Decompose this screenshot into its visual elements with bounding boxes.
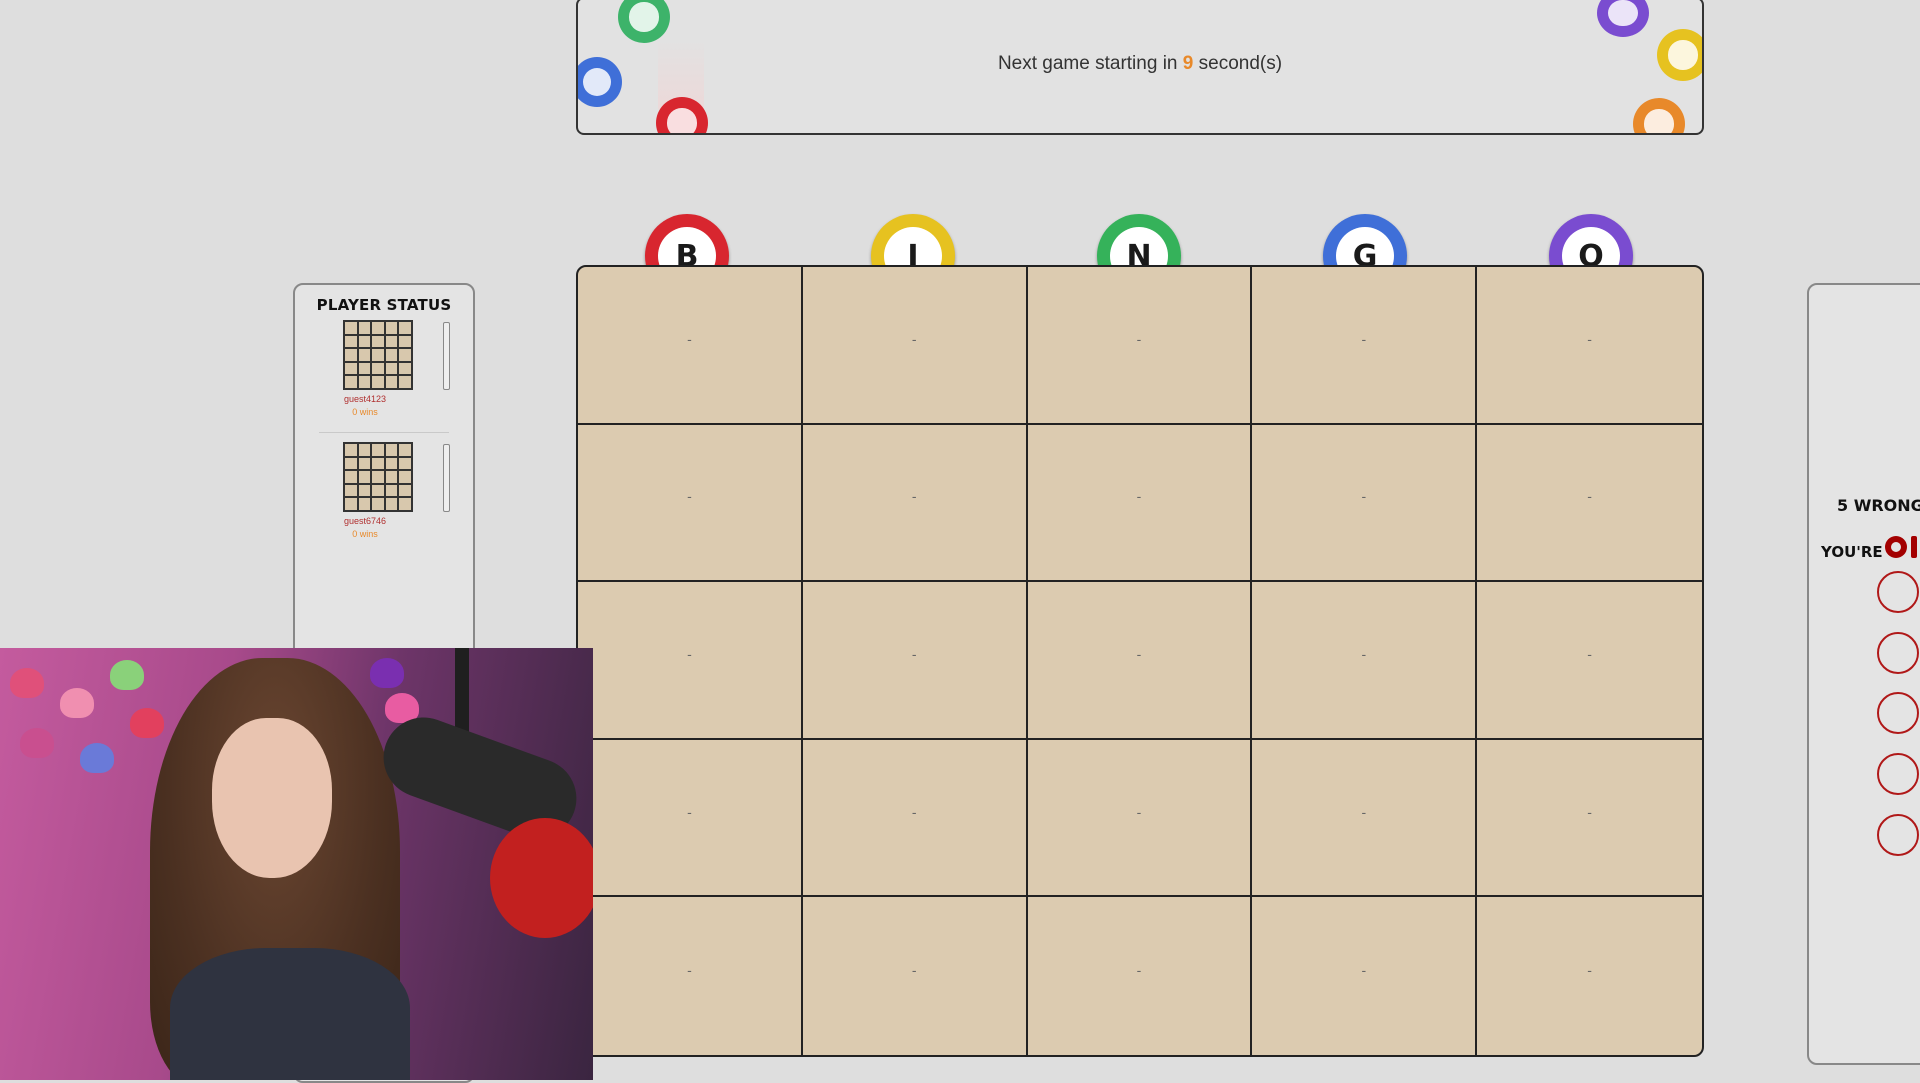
bingo-cell[interactable]: -	[1477, 740, 1702, 898]
bingo-card: - - - - - - - - - - - - - - - - - - - - - - - - -	[576, 265, 1704, 1057]
bingo-cell[interactable]: -	[1027, 267, 1253, 425]
player-wins: 0 wins	[352, 529, 378, 539]
bingo-cell-value: -	[687, 962, 692, 979]
bingo-cell-value: -	[1587, 962, 1592, 979]
bingo-cell-value: -	[911, 488, 917, 505]
player-wins: 0 wins	[352, 407, 378, 417]
heart-decoration	[370, 658, 404, 688]
heart-decoration	[80, 743, 114, 773]
bingo-cell-value: -	[911, 962, 917, 979]
streamer-face	[212, 718, 332, 878]
bingo-cell-value: -	[1587, 488, 1592, 505]
bingo-cell[interactable]: -	[1252, 267, 1478, 425]
bingo-cell-value: -	[1587, 645, 1592, 662]
player-progress-bar	[443, 444, 450, 512]
countdown-banner: Next game starting in 9 second(s)	[576, 0, 1704, 135]
bingo-cell[interactable]: -	[1252, 424, 1478, 583]
heart-decoration	[110, 660, 144, 690]
bingo-cell-value: -	[687, 488, 692, 505]
bingo-cell[interactable]: -	[578, 424, 803, 583]
countdown-seconds: 9	[1182, 53, 1194, 74]
bingo-cell[interactable]: -	[1477, 267, 1702, 425]
bingo-cell[interactable]: -	[802, 582, 1028, 740]
bingo-cell[interactable]: -	[803, 897, 1028, 1055]
bingo-cell-value: -	[911, 330, 917, 347]
countdown-suffix: second(s)	[1193, 53, 1283, 74]
player-entry: guest6746 0 wins	[295, 432, 473, 550]
strike-circle	[1877, 814, 1919, 856]
player-name: guest4123	[343, 394, 387, 404]
bingo-cell[interactable]: -	[802, 424, 1028, 583]
bingo-cell[interactable]: -	[1027, 582, 1253, 740]
streamer-body	[170, 948, 410, 1080]
bingo-cell-value: -	[1361, 330, 1367, 347]
strikes-panel	[1807, 283, 1920, 1065]
strike-circle	[1877, 632, 1919, 674]
heart-decoration	[130, 708, 164, 738]
heart-decoration	[20, 728, 54, 758]
player-name: guest6746	[343, 516, 387, 526]
bingo-cell-value: -	[1361, 488, 1367, 505]
bingo-cell-value: -	[1361, 803, 1367, 820]
bingo-cell[interactable]: -	[1252, 897, 1478, 1055]
bingo-cell[interactable]: -	[1477, 582, 1702, 740]
bingo-cell-value: -	[1587, 330, 1592, 347]
bingo-cell-value: -	[1136, 330, 1142, 347]
strike-circle	[1877, 692, 1919, 734]
bingo-cell[interactable]: -	[1027, 424, 1253, 583]
out-indicator-fragment	[1911, 536, 1917, 558]
bingo-cell-value: -	[1587, 803, 1592, 820]
heart-decoration	[10, 668, 44, 698]
decorative-ball-purple	[1597, 0, 1649, 37]
bingo-cell[interactable]: -	[802, 739, 1028, 898]
bingo-cell[interactable]: -	[578, 739, 803, 898]
countdown-prefix: Next game starting in	[997, 53, 1183, 74]
decorative-ball-green	[618, 0, 670, 43]
mini-bingo-card	[343, 320, 413, 390]
player-progress-bar	[443, 322, 450, 390]
bingo-cell-value: -	[1361, 962, 1367, 979]
bingo-cell-value: -	[1136, 645, 1142, 662]
bingo-cell-value: -	[687, 803, 692, 820]
bingo-cell-value: -	[1136, 803, 1142, 820]
out-indicator-icon	[1885, 536, 1907, 558]
player-status-title: PLAYER STATUS	[316, 296, 452, 314]
bingo-cell-value: -	[1136, 488, 1142, 505]
heart-decoration	[60, 688, 94, 718]
bingo-cell[interactable]: -	[1477, 425, 1702, 583]
strike-circle	[1877, 753, 1919, 795]
plush-toy	[490, 818, 593, 938]
bingo-cell[interactable]: -	[578, 267, 803, 425]
player-entry: guest4123 0 wins	[295, 314, 473, 432]
decorative-ball-orange	[1633, 98, 1685, 133]
bingo-cell-value: -	[911, 803, 917, 820]
bingo-cell[interactable]: -	[1252, 582, 1478, 740]
bingo-cell[interactable]: -	[1477, 897, 1702, 1055]
youre-out-text: YOU'RE	[1821, 543, 1883, 561]
bingo-cell-value: -	[1361, 645, 1367, 662]
wrong-warning-text: 5 WRONG	[1837, 496, 1920, 515]
player-divider	[319, 432, 449, 433]
bingo-cell[interactable]: -	[1028, 897, 1253, 1055]
webcam-overlay	[0, 648, 593, 1080]
bingo-cell[interactable]: -	[802, 267, 1028, 425]
bingo-cell-value: -	[911, 645, 917, 662]
mini-bingo-card	[343, 442, 413, 512]
bingo-cell-value: -	[687, 330, 692, 347]
bingo-cell[interactable]: -	[578, 582, 803, 740]
bingo-cell[interactable]: -	[1252, 739, 1478, 898]
strike-circle	[1877, 571, 1919, 613]
bingo-cell[interactable]: -	[578, 897, 803, 1055]
countdown-message: Next game starting in 9 second(s)	[578, 53, 1702, 75]
bingo-cell-value: -	[687, 645, 692, 662]
bingo-cell-value: -	[1136, 962, 1142, 979]
bingo-cell[interactable]: -	[1027, 739, 1253, 898]
